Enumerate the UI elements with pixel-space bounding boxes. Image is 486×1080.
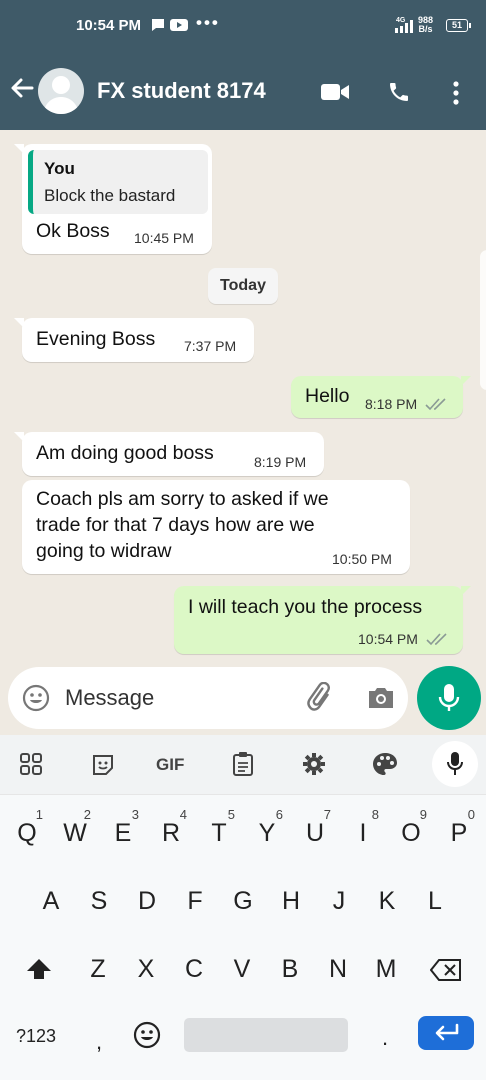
back-arrow-icon[interactable] xyxy=(8,74,36,102)
message-time: 8:18 PM xyxy=(365,396,418,412)
key-g[interactable]: G xyxy=(223,887,263,916)
message-time-row: 8:18 PM xyxy=(365,396,449,414)
key-a[interactable]: A xyxy=(31,887,71,916)
chat-notification-icon xyxy=(150,17,166,38)
message-text: Am doing good boss xyxy=(36,442,214,464)
key-j[interactable]: J xyxy=(319,887,359,916)
attach-icon[interactable] xyxy=(306,681,336,719)
emoji-icon[interactable] xyxy=(22,684,50,717)
key-m[interactable]: M xyxy=(366,955,406,984)
key-q[interactable]: 1Q xyxy=(7,807,47,848)
key-v[interactable]: V xyxy=(222,955,262,984)
status-bar: 10:54 PM ••• 4G 988 B/s 51 xyxy=(0,0,486,52)
message-text: Ok Boss xyxy=(36,220,110,242)
read-receipt-icon xyxy=(425,397,449,414)
key-e[interactable]: 3E xyxy=(103,807,143,848)
key-i[interactable]: 8I xyxy=(343,807,383,848)
message-time: 10:54 PM xyxy=(358,631,418,647)
comma-key[interactable]: , xyxy=(96,1029,102,1055)
sticker-icon[interactable] xyxy=(91,753,115,782)
theme-palette-icon[interactable] xyxy=(372,752,398,781)
key-x[interactable]: X xyxy=(126,955,166,984)
battery-indicator: 51 xyxy=(446,19,471,32)
status-time: 10:54 PM xyxy=(76,17,142,34)
message-text-line: going to widraw xyxy=(36,540,172,562)
quoted-sender: You xyxy=(44,159,75,178)
message-bubble-incoming[interactable]: You Block the bastard Ok Boss 10:45 PM xyxy=(14,144,212,254)
key-p[interactable]: 0P xyxy=(439,807,479,848)
settings-gear-icon[interactable] xyxy=(302,752,326,781)
message-text: Hello xyxy=(305,385,350,407)
key-k[interactable]: K xyxy=(367,887,407,916)
key-b[interactable]: B xyxy=(270,955,310,984)
enter-key[interactable] xyxy=(418,1016,474,1050)
gif-button[interactable]: GIF xyxy=(156,755,184,775)
message-time-row: 10:54 PM xyxy=(358,631,450,649)
chat-header: FX student 8174 xyxy=(0,52,486,130)
chat-area[interactable]: You Block the bastard Ok Boss 10:45 PM T… xyxy=(0,130,486,735)
enter-arrow-icon xyxy=(433,1023,461,1048)
key-o[interactable]: 9O xyxy=(391,807,431,848)
backspace-icon[interactable] xyxy=(429,959,462,986)
svg-text:4G: 4G xyxy=(396,17,406,24)
video-call-icon[interactable] xyxy=(320,82,350,107)
youtube-notification-icon xyxy=(170,17,188,38)
message-text: Evening Boss xyxy=(36,328,156,350)
message-text-line: Coach pls am sorry to asked if we xyxy=(36,488,329,510)
symbols-key[interactable]: ?123 xyxy=(16,1026,56,1047)
key-f[interactable]: F xyxy=(175,887,215,916)
key-l[interactable]: L xyxy=(415,887,455,916)
key-y[interactable]: 6Y xyxy=(247,807,287,848)
key-d[interactable]: D xyxy=(127,887,167,916)
message-time: 10:45 PM xyxy=(134,230,194,246)
scroll-indicator[interactable] xyxy=(480,250,486,390)
message-bubble-incoming[interactable]: Am doing good boss 8:19 PM xyxy=(14,432,324,476)
key-u[interactable]: 7U xyxy=(295,807,335,848)
key-w[interactable]: 2W xyxy=(55,807,95,848)
message-input-bar[interactable]: Message xyxy=(8,667,408,729)
space-key[interactable] xyxy=(184,1018,348,1052)
clipboard-icon[interactable] xyxy=(232,751,254,782)
more-options-icon[interactable] xyxy=(450,80,462,111)
key-n[interactable]: N xyxy=(318,955,358,984)
key-t[interactable]: 5T xyxy=(199,807,239,848)
apps-grid-icon[interactable] xyxy=(20,753,42,780)
signal-icon: 4G xyxy=(393,15,415,40)
message-bubble-incoming[interactable]: Coach pls am sorry to asked if we trade … xyxy=(22,480,410,574)
contact-name[interactable]: FX student 8174 xyxy=(97,78,266,104)
key-z[interactable]: Z xyxy=(78,955,118,984)
keyboard-toolbar: GIF xyxy=(0,735,486,795)
contact-avatar[interactable] xyxy=(38,68,84,114)
message-time: 8:19 PM xyxy=(254,454,307,470)
keyboard-voice-input-button[interactable] xyxy=(432,741,478,787)
emoji-key-icon[interactable] xyxy=(133,1021,161,1054)
quoted-message[interactable]: You Block the bastard xyxy=(28,150,208,214)
message-input[interactable]: Message xyxy=(65,685,154,711)
voice-record-button[interactable] xyxy=(417,666,481,730)
message-time: 10:50 PM xyxy=(332,551,392,567)
key-s[interactable]: S xyxy=(79,887,119,916)
date-separator: Today xyxy=(208,268,278,304)
message-text: I will teach you the process xyxy=(188,596,423,618)
network-speed: 988 B/s xyxy=(418,15,434,34)
key-r[interactable]: 4R xyxy=(151,807,191,848)
read-receipt-icon xyxy=(426,632,450,649)
voice-call-icon[interactable] xyxy=(387,80,411,109)
message-bubble-outgoing[interactable]: Hello 8:18 PM xyxy=(291,376,471,418)
key-c[interactable]: C xyxy=(174,955,214,984)
microphone-icon xyxy=(437,682,461,719)
quoted-text: Block the bastard xyxy=(44,186,176,205)
key-h[interactable]: H xyxy=(271,887,311,916)
camera-icon[interactable] xyxy=(366,685,396,716)
period-key[interactable]: . xyxy=(382,1025,388,1051)
message-text-line: trade for that 7 days how are we xyxy=(36,514,315,536)
more-notifications-indicator: ••• xyxy=(196,13,220,32)
message-time: 7:37 PM xyxy=(184,338,237,354)
shift-icon[interactable] xyxy=(26,958,52,985)
message-bubble-incoming[interactable]: Evening Boss 7:37 PM xyxy=(14,318,254,362)
keyboard: 1Q 2W 3E 4R 5T 6Y 7U 8I 9O 0P A S D F G … xyxy=(0,795,486,1080)
message-bubble-outgoing[interactable]: I will teach you the process 10:54 PM xyxy=(174,586,471,654)
